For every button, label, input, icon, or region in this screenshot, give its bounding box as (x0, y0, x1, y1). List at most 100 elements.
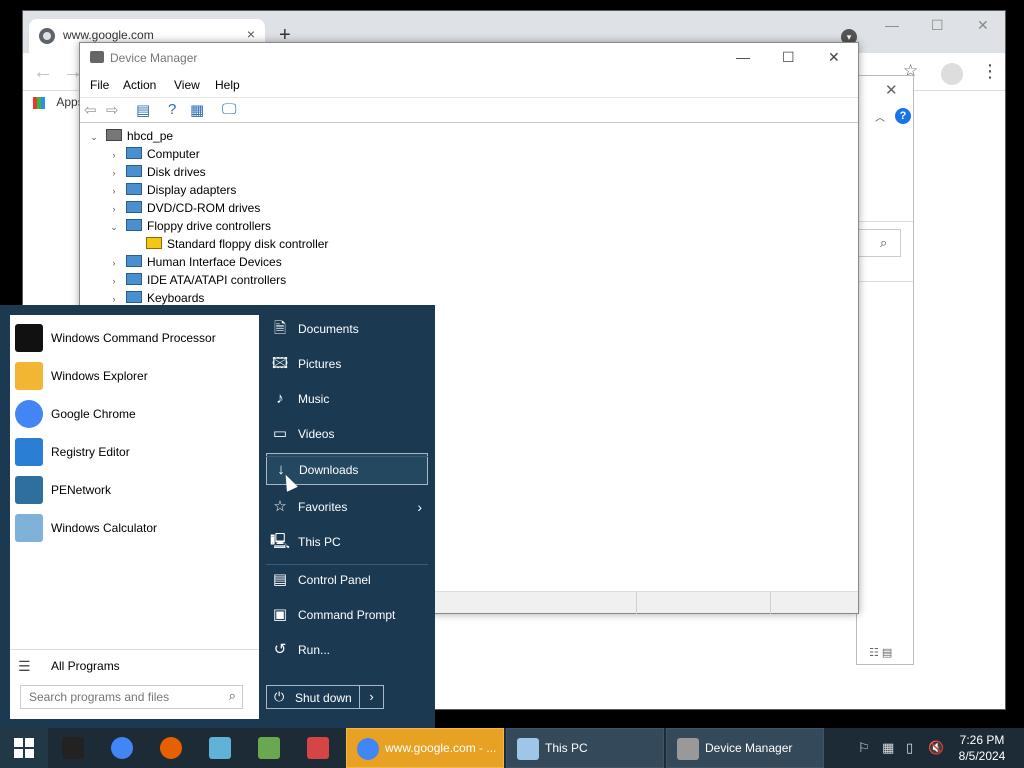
volume-muted-icon[interactable]: 🔇 (928, 740, 944, 756)
chevron-right-icon[interactable]: › (108, 164, 120, 182)
start-place-run[interactable]: ↺ Run... (266, 634, 428, 666)
list-icon: ☰ (18, 658, 31, 674)
chevron-down-icon[interactable]: ⌄ (88, 128, 100, 146)
chevron-right-icon[interactable]: › (108, 272, 120, 290)
start-program-item[interactable]: Registry Editor (10, 433, 259, 471)
pictures-icon: 🖾 (271, 355, 289, 372)
taskbar-pinned-paint[interactable] (295, 728, 341, 768)
taskbar-pinned-firefox[interactable] (148, 728, 194, 768)
taskbar-pinned-chrome[interactable] (99, 728, 145, 768)
back-icon[interactable]: ← (33, 61, 53, 84)
taskbar-window-button[interactable]: www.google.com - ... (346, 728, 504, 768)
start-program-label: Google Chrome (51, 407, 136, 421)
chrome-icon (15, 400, 43, 428)
properties-icon[interactable]: ▤ (136, 101, 150, 119)
tree-item[interactable]: › DVD/CD-ROM drives (108, 199, 260, 217)
tree-item[interactable]: ⌄ Floppy drive controllers (108, 217, 271, 235)
close-icon[interactable]: ✕ (828, 49, 840, 66)
help-icon[interactable]: ? (168, 101, 176, 118)
close-icon[interactable]: ✕ (977, 17, 989, 34)
start-program-label: Windows Calculator (51, 521, 158, 535)
maximize-icon[interactable]: ☐ (782, 49, 795, 66)
tree-item-label: Standard floppy disk controller (167, 237, 329, 251)
clock[interactable]: 7:26 PM 8/5/2024 (952, 732, 1012, 764)
menu-action[interactable]: Action (123, 78, 156, 92)
start-place-this-pc[interactable]: 🖳 This PC (266, 526, 428, 558)
tree-item-label: hbcd_pe (127, 129, 174, 143)
start-place-command-prompt[interactable]: ▣ Command Prompt (266, 599, 428, 631)
view-toggle-icons[interactable]: ☷ ▤ (869, 646, 892, 659)
start-place-label: Favorites (298, 500, 348, 514)
all-programs-button[interactable]: ☰ All Programs (10, 649, 259, 679)
taskbar-window-button[interactable]: This PC (506, 728, 664, 768)
start-place-label: Music (298, 392, 330, 406)
tree-item[interactable]: › Human Interface Devices (108, 253, 282, 271)
panel-close-icon[interactable]: ✕ (885, 81, 898, 99)
menu-dots-icon[interactable]: ⋮ (981, 61, 999, 82)
menu-help[interactable]: Help (215, 78, 240, 92)
scan-hardware-icon[interactable]: 🖵 (222, 101, 236, 118)
device-manager-titlebar[interactable]: Device Manager — ☐ ✕ (80, 43, 858, 73)
taskbar-window-button[interactable]: Device Manager (666, 728, 824, 768)
start-program-label: PENetwork (51, 483, 112, 497)
color-tray-icon[interactable]: ▦ (882, 740, 894, 756)
minimize-icon[interactable]: — (885, 17, 899, 33)
start-search-box[interactable]: ⌕ (20, 685, 243, 709)
shutdown-button[interactable]: ⏻ Shut down › (266, 685, 384, 709)
help-icon[interactable]: ? (895, 108, 911, 124)
tree-item-label: Disk drives (147, 165, 206, 179)
start-place-music[interactable]: ♪ Music (266, 383, 428, 415)
view-icon[interactable]: ▦ (190, 101, 204, 119)
profile-avatar[interactable] (941, 63, 963, 85)
chevron-right-icon[interactable]: › (108, 182, 120, 200)
chevron-right-icon[interactable]: › (108, 254, 120, 272)
chevron-down-icon[interactable]: ⌄ (108, 218, 120, 236)
tree-item-label: Floppy drive controllers (147, 219, 272, 233)
tree-item[interactable]: › Disk drives (108, 163, 206, 181)
search-icon[interactable]: ⌕ (229, 688, 236, 704)
tree-item[interactable]: › IDE ATA/ATAPI controllers (108, 271, 286, 289)
notepad-icon (209, 737, 231, 759)
tree-item[interactable]: › Computer (108, 145, 200, 163)
taskbar-pinned-cmd[interactable] (50, 728, 96, 768)
taskbar-window-label: www.google.com - ... (385, 741, 497, 755)
chevron-right-icon[interactable]: › (108, 200, 120, 218)
close-tab-icon[interactable]: × (247, 26, 255, 42)
start-program-item[interactable]: PENetwork (10, 471, 259, 509)
start-program-item[interactable]: Windows Command Processor (10, 319, 259, 357)
start-place-control-panel[interactable]: ▤ Control Panel (266, 564, 428, 596)
start-program-item[interactable]: Google Chrome (10, 395, 259, 433)
taskbar-pinned-task-manager[interactable] (246, 728, 292, 768)
back-icon[interactable]: ⇦ (84, 101, 97, 119)
apps-grid-icon[interactable] (33, 96, 45, 109)
forward-icon[interactable]: ⇨ (106, 101, 119, 119)
start-program-item[interactable]: Windows Calculator (10, 509, 259, 547)
start-place-favorites[interactable]: ☆ Favorites › (266, 491, 428, 523)
all-programs-label: All Programs (51, 659, 120, 673)
taskbar-pinned-notepad[interactable] (197, 728, 243, 768)
display-adapter-icon (126, 183, 142, 195)
menu-view[interactable]: View (174, 78, 200, 92)
chevron-right-icon[interactable]: › (108, 146, 120, 164)
hid-icon (126, 255, 142, 267)
start-place-documents[interactable]: 🗎 Documents (266, 313, 428, 345)
start-place-pictures[interactable]: 🖾 Pictures (266, 348, 428, 380)
usb-tray-icon[interactable]: ▯ (906, 740, 913, 756)
shutdown-options-button[interactable]: › (359, 686, 383, 708)
search-input[interactable] (21, 686, 221, 708)
tree-item[interactable]: Standard floppy disk controller (128, 235, 328, 253)
chevron-up-icon[interactable]: ︿ (875, 109, 885, 124)
monitor-icon (126, 147, 142, 159)
minimize-icon[interactable]: — (736, 49, 750, 65)
start-place-videos[interactable]: ▭ Videos (266, 418, 428, 450)
network-tray-icon[interactable]: ⚐ (858, 740, 870, 756)
start-button[interactable] (0, 728, 48, 768)
start-program-item[interactable]: Windows Explorer (10, 357, 259, 395)
panel-search-box[interactable]: ⌕ (855, 229, 901, 257)
documents-icon: 🗎 (273, 320, 287, 337)
tree-item[interactable]: ⌄ hbcd_pe (88, 127, 173, 145)
maximize-icon[interactable]: ☐ (931, 17, 944, 34)
tree-item[interactable]: › Display adapters (108, 181, 236, 199)
tree-item-label: Display adapters (147, 183, 237, 197)
menu-file[interactable]: File (90, 78, 109, 92)
